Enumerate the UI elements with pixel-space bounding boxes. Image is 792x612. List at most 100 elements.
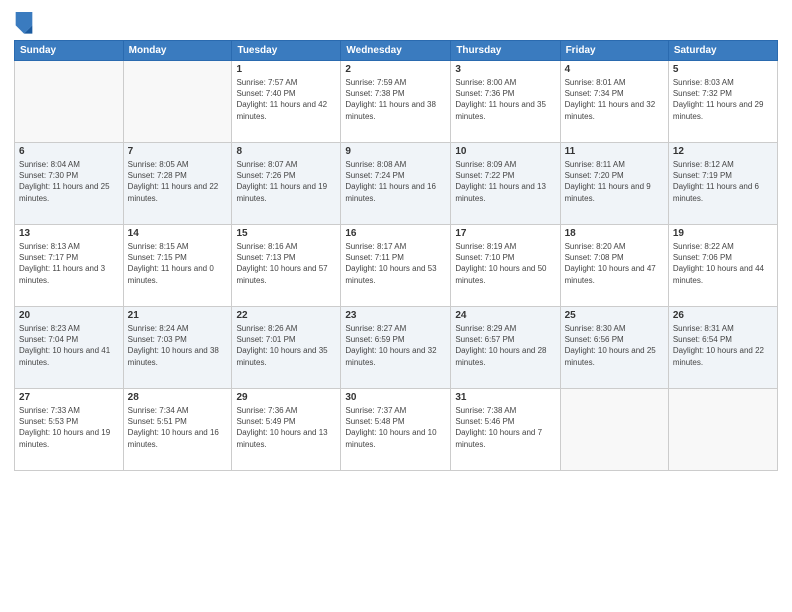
day-info: Sunrise: 8:17 AM Sunset: 7:11 PM Dayligh…: [345, 241, 446, 286]
day-info: Sunrise: 8:23 AM Sunset: 7:04 PM Dayligh…: [19, 323, 119, 368]
day-info: Sunrise: 8:11 AM Sunset: 7:20 PM Dayligh…: [565, 159, 664, 204]
calendar-cell: 13 Sunrise: 8:13 AM Sunset: 7:17 PM Dayli…: [15, 225, 124, 307]
calendar-cell: 29Sunrise: 7:36 AM Sunset: 5:49 PM Dayli…: [232, 389, 341, 471]
day-info: Sunrise: 8:04 AM Sunset: 7:30 PM Dayligh…: [19, 159, 119, 204]
header: [14, 10, 778, 34]
header-sunday: Sunday: [15, 41, 124, 61]
day-number: 7: [128, 146, 228, 157]
day-number: 13: [19, 228, 119, 239]
calendar-cell: 31 Sunrise: 7:38 AM Sunset: 5:46 PM Dayli…: [451, 389, 560, 471]
calendar-cell: 27Sunrise: 7:33 AM Sunset: 5:53 PM Dayli…: [15, 389, 124, 471]
day-number: 16: [345, 228, 446, 239]
calendar-cell: 25 Sunrise: 8:30 AM Sunset: 6:56 PM Dayli…: [560, 307, 668, 389]
calendar-cell: 11 Sunrise: 8:11 AM Sunset: 7:20 PM Dayli…: [560, 143, 668, 225]
calendar-cell: 6 Sunrise: 8:04 AM Sunset: 7:30 PM Daylig…: [15, 143, 124, 225]
day-number: 10: [455, 146, 555, 157]
calendar-cell: 7 Sunrise: 8:05 AM Sunset: 7:28 PM Daylig…: [123, 143, 232, 225]
day-info: Sunrise: 8:19 AM Sunset: 7:10 PM Dayligh…: [455, 241, 555, 286]
day-info: Sunrise: 8:30 AM Sunset: 6:56 PM Dayligh…: [565, 323, 664, 368]
calendar-cell: 20 Sunrise: 8:23 AM Sunset: 7:04 PM Dayli…: [15, 307, 124, 389]
calendar-cell: 17 Sunrise: 8:19 AM Sunset: 7:10 PM Dayli…: [451, 225, 560, 307]
day-number: 22: [236, 310, 336, 321]
day-info: Sunrise: 8:29 AM Sunset: 6:57 PM Dayligh…: [455, 323, 555, 368]
day-number: 25: [565, 310, 664, 321]
header-tuesday: Tuesday: [232, 41, 341, 61]
header-wednesday: Wednesday: [341, 41, 451, 61]
calendar-cell: 18Sunrise: 8:20 AM Sunset: 7:08 PM Dayli…: [560, 225, 668, 307]
day-info: Sunrise: 7:38 AM Sunset: 5:46 PM Dayligh…: [455, 405, 555, 450]
day-number: 11: [565, 146, 664, 157]
day-info: Sunrise: 8:07 AM Sunset: 7:26 PM Dayligh…: [236, 159, 336, 204]
day-number: 15: [236, 228, 336, 239]
day-number: 26: [673, 310, 773, 321]
calendar-cell: [560, 389, 668, 471]
day-info: Sunrise: 8:01 AM Sunset: 7:34 PM Dayligh…: [565, 77, 664, 122]
calendar-cell: 21 Sunrise: 8:24 AM Sunset: 7:03 PM Dayli…: [123, 307, 232, 389]
day-number: 9: [345, 146, 446, 157]
calendar-cell: 24 Sunrise: 8:29 AM Sunset: 6:57 PM Dayli…: [451, 307, 560, 389]
day-info: Sunrise: 7:34 AM Sunset: 5:51 PM Dayligh…: [128, 405, 228, 450]
calendar-cell: 23Sunrise: 8:27 AM Sunset: 6:59 PM Dayli…: [341, 307, 451, 389]
day-number: 6: [19, 146, 119, 157]
day-info: Sunrise: 8:00 AM Sunset: 7:36 PM Dayligh…: [455, 77, 555, 122]
day-info: Sunrise: 8:31 AM Sunset: 6:54 PM Dayligh…: [673, 323, 773, 368]
day-number: 3: [455, 64, 555, 75]
calendar-cell: 15 Sunrise: 8:16 AM Sunset: 7:13 PM Dayli…: [232, 225, 341, 307]
week-row-5: 27Sunrise: 7:33 AM Sunset: 5:53 PM Dayli…: [15, 389, 778, 471]
day-number: 21: [128, 310, 228, 321]
logo-icon: [14, 10, 34, 34]
day-number: 4: [565, 64, 664, 75]
day-number: 1: [236, 64, 336, 75]
calendar-cell: 14Sunrise: 8:15 AM Sunset: 7:15 PM Dayli…: [123, 225, 232, 307]
day-number: 29: [236, 392, 336, 403]
week-row-3: 13 Sunrise: 8:13 AM Sunset: 7:17 PM Dayli…: [15, 225, 778, 307]
day-info: Sunrise: 8:08 AM Sunset: 7:24 PM Dayligh…: [345, 159, 446, 204]
calendar-cell: 30 Sunrise: 7:37 AM Sunset: 5:48 PM Dayli…: [341, 389, 451, 471]
calendar-cell: 2Sunrise: 7:59 AM Sunset: 7:38 PM Daylig…: [341, 61, 451, 143]
calendar-cell: [668, 389, 777, 471]
calendar-cell: 19Sunrise: 8:22 AM Sunset: 7:06 PM Dayli…: [668, 225, 777, 307]
day-number: 17: [455, 228, 555, 239]
day-info: Sunrise: 8:15 AM Sunset: 7:15 PM Dayligh…: [128, 241, 228, 286]
header-saturday: Saturday: [668, 41, 777, 61]
logo: [14, 10, 38, 34]
day-info: Sunrise: 8:03 AM Sunset: 7:32 PM Dayligh…: [673, 77, 773, 122]
day-number: 31: [455, 392, 555, 403]
day-number: 8: [236, 146, 336, 157]
day-info: Sunrise: 7:37 AM Sunset: 5:48 PM Dayligh…: [345, 405, 446, 450]
day-number: 19: [673, 228, 773, 239]
header-monday: Monday: [123, 41, 232, 61]
day-info: Sunrise: 7:59 AM Sunset: 7:38 PM Dayligh…: [345, 77, 446, 122]
calendar-cell: 26 Sunrise: 8:31 AM Sunset: 6:54 PM Dayli…: [668, 307, 777, 389]
day-number: 20: [19, 310, 119, 321]
calendar-cell: 12 Sunrise: 8:12 AM Sunset: 7:19 PM Dayli…: [668, 143, 777, 225]
day-number: 12: [673, 146, 773, 157]
calendar-cell: 3 Sunrise: 8:00 AM Sunset: 7:36 PM Daylig…: [451, 61, 560, 143]
calendar-cell: 28 Sunrise: 7:34 AM Sunset: 5:51 PM Dayli…: [123, 389, 232, 471]
week-row-2: 6 Sunrise: 8:04 AM Sunset: 7:30 PM Daylig…: [15, 143, 778, 225]
calendar-cell: 16 Sunrise: 8:17 AM Sunset: 7:11 PM Dayli…: [341, 225, 451, 307]
calendar: SundayMondayTuesdayWednesdayThursdayFrid…: [14, 40, 778, 471]
day-info: Sunrise: 8:13 AM Sunset: 7:17 PM Dayligh…: [19, 241, 119, 286]
day-number: 23: [345, 310, 446, 321]
calendar-header-row: SundayMondayTuesdayWednesdayThursdayFrid…: [15, 41, 778, 61]
week-row-4: 20 Sunrise: 8:23 AM Sunset: 7:04 PM Dayli…: [15, 307, 778, 389]
day-info: Sunrise: 8:16 AM Sunset: 7:13 PM Dayligh…: [236, 241, 336, 286]
page: SundayMondayTuesdayWednesdayThursdayFrid…: [0, 0, 792, 612]
day-info: Sunrise: 8:12 AM Sunset: 7:19 PM Dayligh…: [673, 159, 773, 204]
calendar-cell: 10Sunrise: 8:09 AM Sunset: 7:22 PM Dayli…: [451, 143, 560, 225]
day-info: Sunrise: 7:57 AM Sunset: 7:40 PM Dayligh…: [236, 77, 336, 122]
day-info: Sunrise: 8:24 AM Sunset: 7:03 PM Dayligh…: [128, 323, 228, 368]
calendar-cell: 5Sunrise: 8:03 AM Sunset: 7:32 PM Daylig…: [668, 61, 777, 143]
calendar-cell: 4 Sunrise: 8:01 AM Sunset: 7:34 PM Daylig…: [560, 61, 668, 143]
day-number: 28: [128, 392, 228, 403]
day-number: 30: [345, 392, 446, 403]
day-info: Sunrise: 7:33 AM Sunset: 5:53 PM Dayligh…: [19, 405, 119, 450]
calendar-cell: 9 Sunrise: 8:08 AM Sunset: 7:24 PM Daylig…: [341, 143, 451, 225]
day-info: Sunrise: 8:26 AM Sunset: 7:01 PM Dayligh…: [236, 323, 336, 368]
day-number: 24: [455, 310, 555, 321]
day-info: Sunrise: 8:05 AM Sunset: 7:28 PM Dayligh…: [128, 159, 228, 204]
calendar-cell: [15, 61, 124, 143]
calendar-cell: 22 Sunrise: 8:26 AM Sunset: 7:01 PM Dayli…: [232, 307, 341, 389]
calendar-cell: 1 Sunrise: 7:57 AM Sunset: 7:40 PM Daylig…: [232, 61, 341, 143]
